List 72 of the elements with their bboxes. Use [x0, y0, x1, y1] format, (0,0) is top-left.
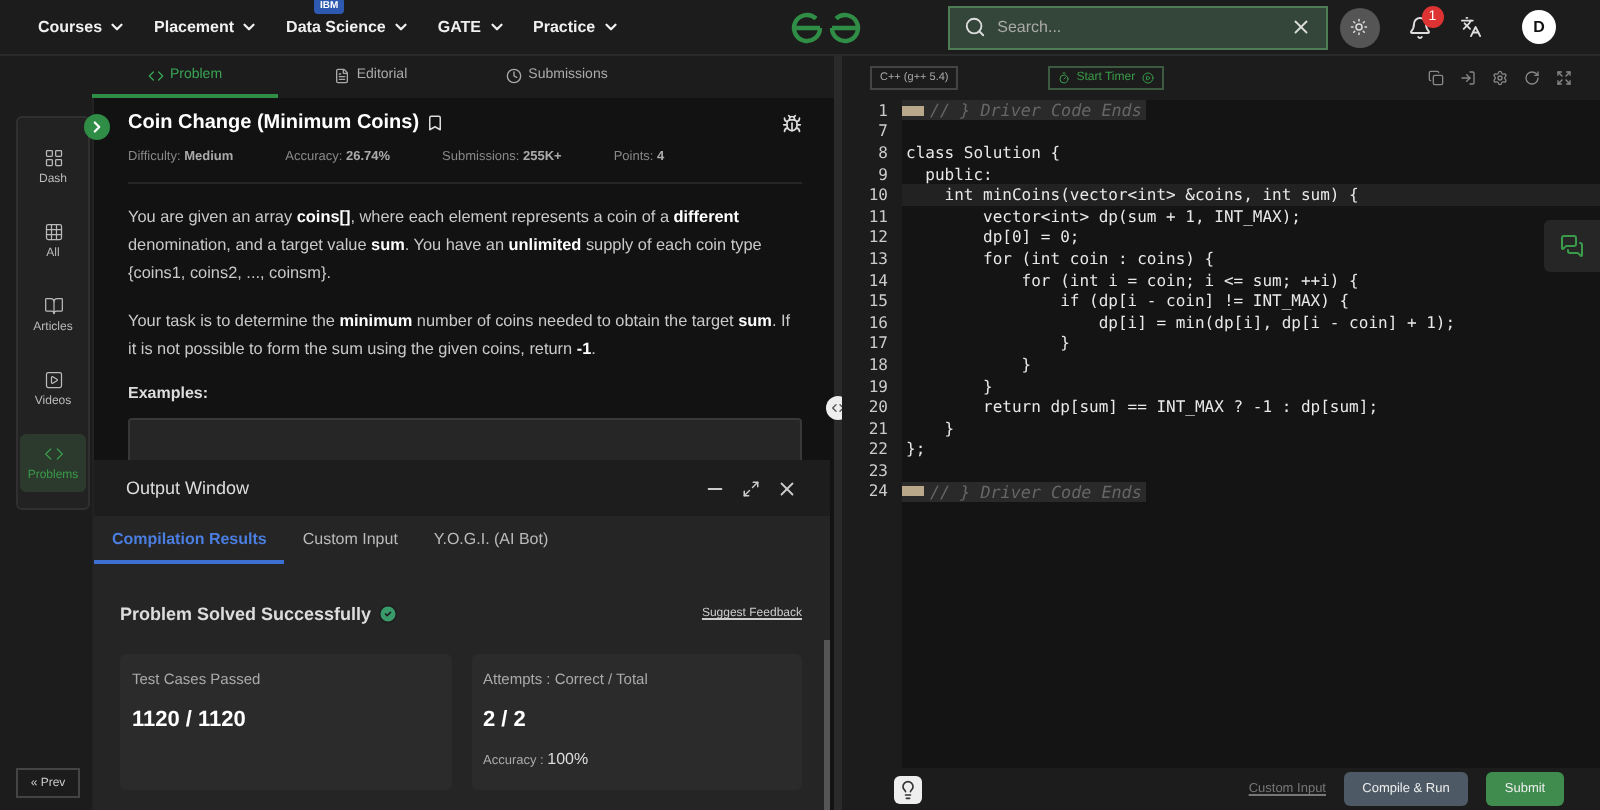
- bookmark-icon[interactable]: [425, 114, 444, 132]
- lightbulb-icon: [898, 779, 918, 799]
- chevron-down-icon: [108, 18, 127, 36]
- code-line: vector<int> dp(sum + 1, INT_MAX);: [981, 207, 1301, 226]
- search-field[interactable]: Search...: [947, 5, 1328, 49]
- chevron-down-icon: [391, 18, 410, 36]
- code-line: }: [1058, 334, 1070, 353]
- translate-icon[interactable]: [1459, 16, 1482, 38]
- code-line: public:: [923, 165, 993, 184]
- code-line: return dp[sum] == INT_MAX ? -1 : dp[sum];: [981, 398, 1379, 417]
- problem-title: Coin Change (Minimum Coins): [128, 112, 420, 134]
- clock-icon: [506, 67, 523, 83]
- bug-icon[interactable]: [782, 113, 802, 133]
- book-icon: [43, 296, 63, 316]
- maximize-icon[interactable]: [742, 479, 760, 497]
- output-window-title: Output Window: [126, 478, 252, 498]
- code-line: }: [1019, 355, 1032, 374]
- code-line: };: [904, 440, 926, 459]
- fullscreen-icon[interactable]: [1556, 70, 1572, 86]
- chevron-right-icon: [88, 118, 106, 136]
- play-icon: [43, 370, 63, 390]
- code-line: }: [981, 377, 993, 396]
- result-status: Problem Solved Successfully: [120, 604, 372, 624]
- card-value: 2 / 2: [483, 708, 528, 732]
- problem-description: Your task is to determine the minimum number of coins needed to obtain the target sum. If it is not possible to form the sum using the given coins, return -1.: [128, 310, 793, 362]
- arrows-icon: [830, 400, 846, 416]
- chat-button[interactable]: [1544, 220, 1600, 272]
- nav-menu-item[interactable]: Practice: [533, 18, 620, 36]
- output-tab[interactable]: Compilation Results: [94, 516, 285, 564]
- examples-heading: Examples:: [128, 384, 211, 402]
- code-line: }: [942, 419, 955, 438]
- nav-menu-item[interactable]: Placement: [154, 18, 259, 36]
- chevron-down-icon: [601, 18, 620, 36]
- expand-button[interactable]: [84, 114, 110, 140]
- code-icon: [147, 67, 164, 83]
- code-line: int minCoins(vector<int> &coins, int sum) {: [942, 186, 1359, 205]
- grid-icon: [43, 222, 63, 242]
- grid-icon: [43, 148, 63, 168]
- sun-icon: [1350, 18, 1369, 36]
- output-tab[interactable]: Y.O.G.I. (AI Bot): [415, 516, 567, 564]
- chevron-down-icon: [240, 18, 259, 36]
- check-icon: [377, 604, 398, 624]
- nav-menu-item[interactable]: GATE: [437, 18, 505, 36]
- code-line: if (dp[i - coin] != INT_MAX) {: [1058, 292, 1350, 311]
- chat-icon: [1560, 234, 1584, 258]
- user-avatar[interactable]: D: [1522, 10, 1556, 44]
- bell-icon[interactable]: [1407, 15, 1432, 39]
- close-icon[interactable]: [776, 477, 798, 499]
- card-value: 100%: [547, 750, 589, 768]
- code-line: dp[0] = 0;: [981, 228, 1080, 247]
- code-line: for (int i = coin; i <= sum; ++i) {: [1019, 271, 1359, 290]
- document-icon: [334, 67, 351, 83]
- search-icon: [963, 15, 986, 37]
- play-icon: [1141, 72, 1154, 84]
- nav-menu-item[interactable]: Courses: [38, 18, 127, 36]
- code-icon: [43, 444, 63, 464]
- code-line: class Solution {: [904, 143, 1061, 162]
- problem-description: You are given an array coins[], where each element represents a coin of a different denomination, and a target value sum. You have an unlimited supply of each coin type {coins1, coins2, ..., coinsm}.: [128, 206, 764, 286]
- copy-icon[interactable]: [1428, 70, 1444, 86]
- reset-icon[interactable]: [1524, 70, 1540, 86]
- chevron-down-icon: [487, 18, 505, 36]
- code-line: for (int coin : coins) {: [981, 249, 1215, 268]
- card-value: 1120 / 1120: [132, 708, 248, 732]
- output-tab[interactable]: Custom Input: [284, 516, 416, 564]
- close-icon[interactable]: [1289, 15, 1312, 37]
- code-line: dp[i] = min(dp[i], dp[i - coin] + 1);: [1096, 313, 1456, 332]
- theme-toggle-button[interactable]: [1339, 7, 1380, 47]
- settings-icon[interactable]: [1492, 70, 1508, 86]
- logo-icon: [787, 9, 864, 45]
- import-icon[interactable]: [1460, 70, 1476, 86]
- timer-icon: [1058, 72, 1071, 84]
- hint-button[interactable]: [894, 775, 922, 803]
